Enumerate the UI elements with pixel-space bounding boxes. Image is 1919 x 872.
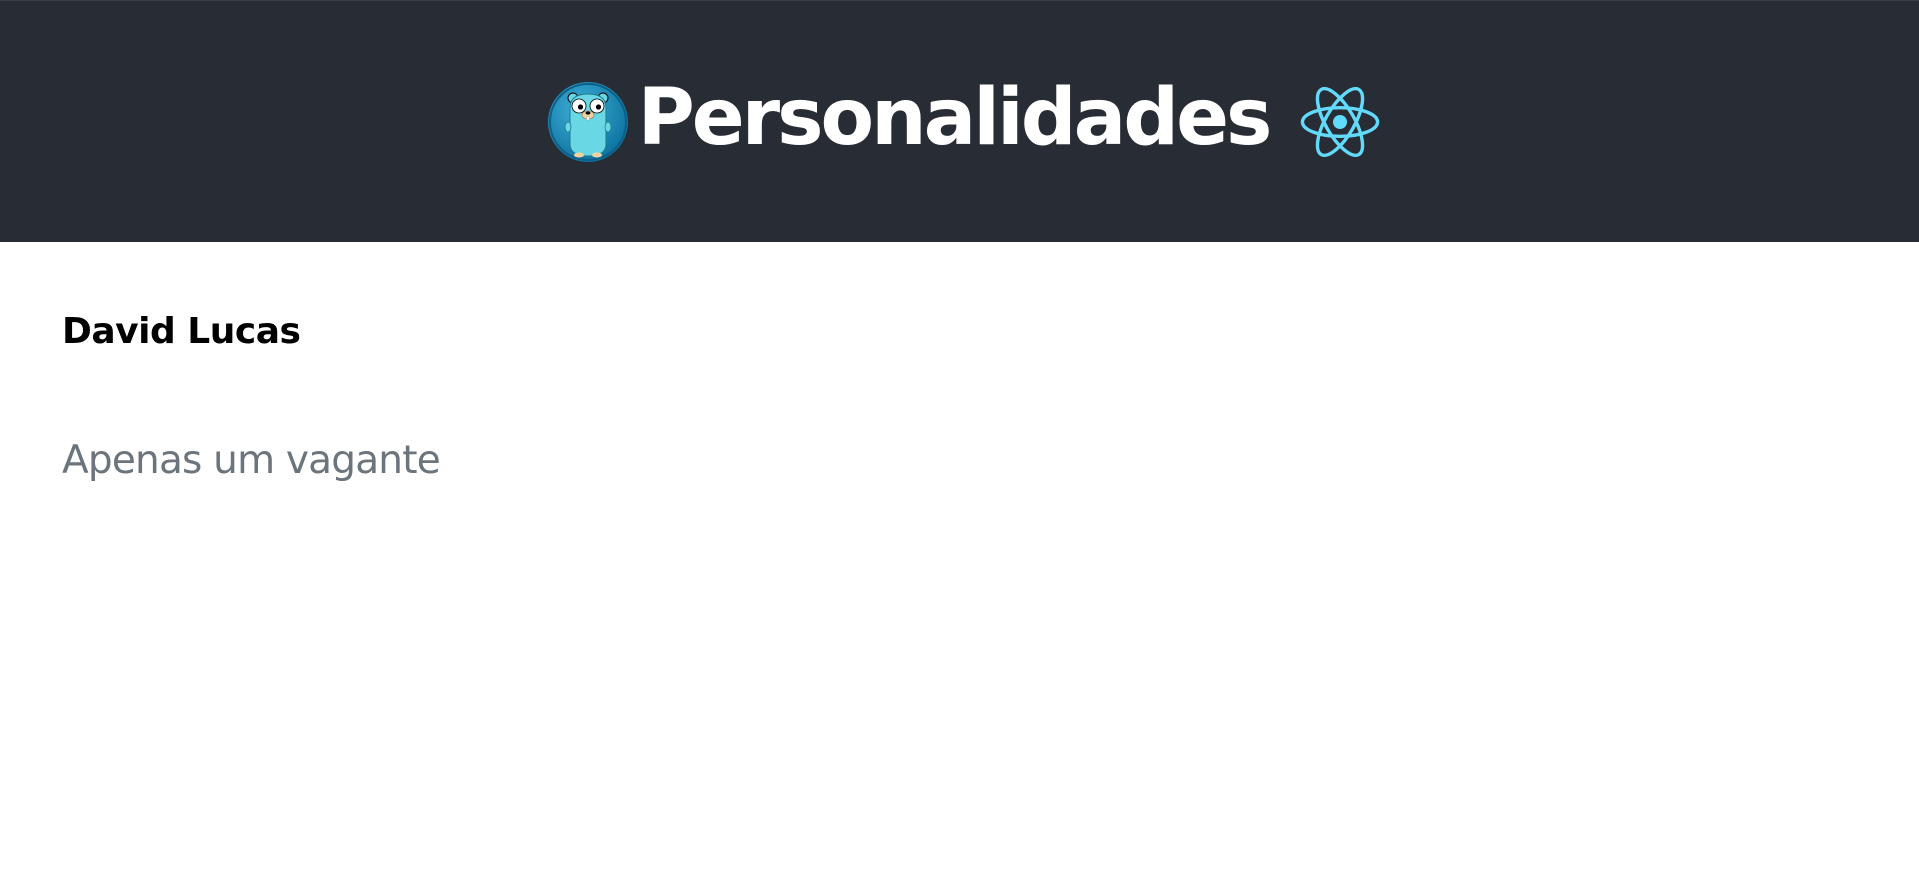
go-gopher-icon <box>547 81 628 162</box>
page-title: Personalidades <box>637 72 1273 163</box>
react-atom-icon <box>1301 86 1380 157</box>
app-header: Personalidades <box>0 0 1919 242</box>
person-bio: Apenas um vagante <box>62 438 441 483</box>
person-name: David Lucas <box>62 311 301 352</box>
header-title-group: Personalidades <box>547 72 1382 163</box>
